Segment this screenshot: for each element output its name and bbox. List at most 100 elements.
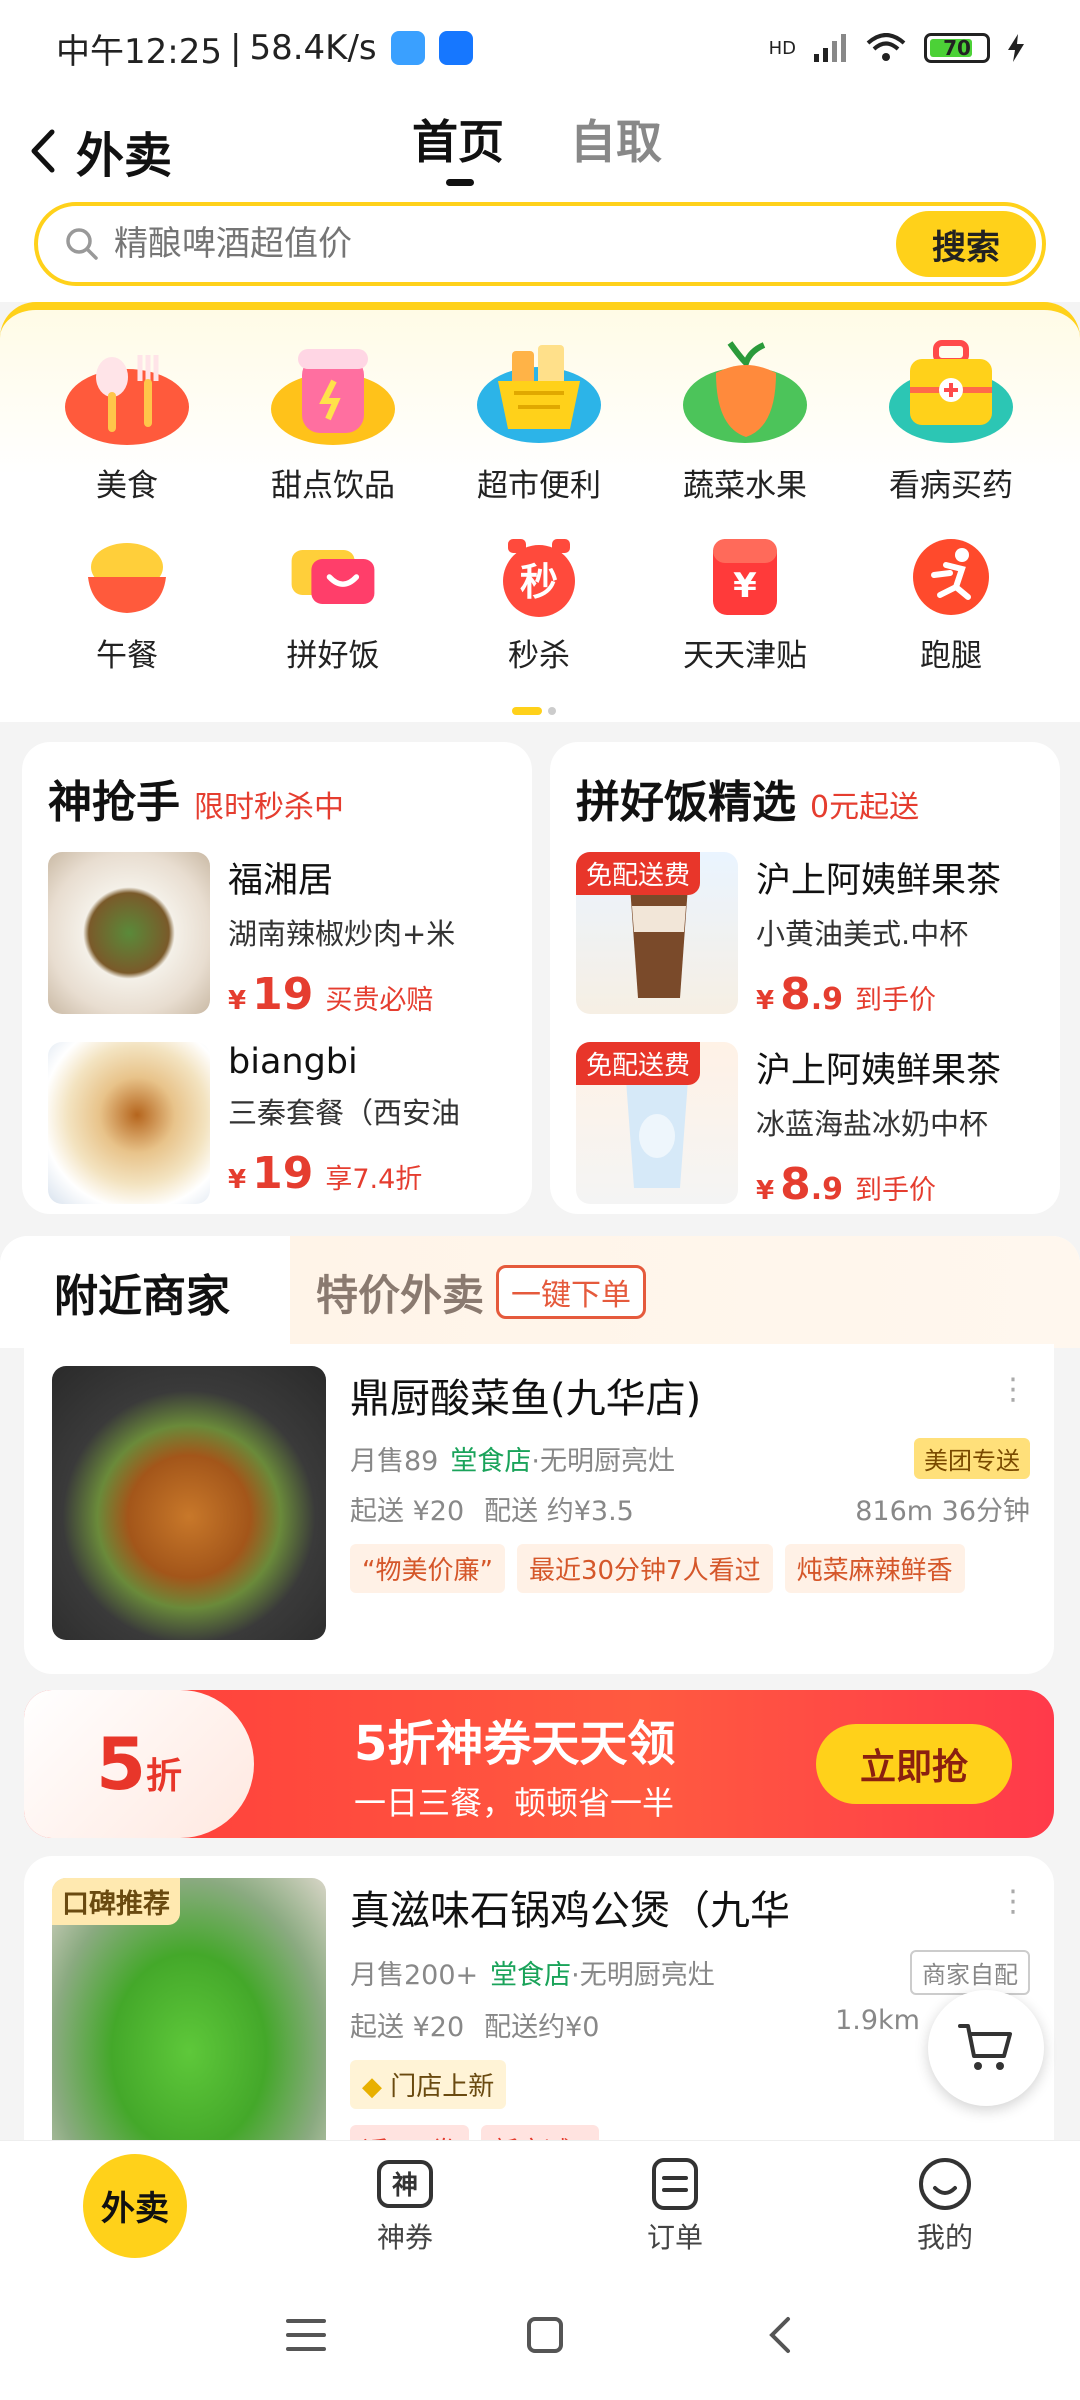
word-of-mouth-ribbon: 口碑推荐 [52, 1878, 180, 1925]
more-options-icon[interactable]: ⋮ [998, 1884, 1028, 1919]
drink-desc: 冰蓝海盐冰奶中杯 [756, 1107, 989, 1141]
status-bar: 中午12:25 | 58.4K/s HD 70 [0, 0, 1080, 96]
category-label: 跑腿 [920, 638, 982, 674]
dish-desc: 三秦套餐（西安油 [228, 1096, 461, 1130]
category-flash-sale[interactable]: 秒 秒杀 [436, 532, 642, 675]
dine-in-label: 堂食店 [490, 1960, 572, 1991]
grab-now-button[interactable]: 立即抢 [816, 1724, 1012, 1804]
free-delivery-badge: 免配送费 [576, 1042, 701, 1085]
profile-smile-icon [919, 2157, 971, 2210]
shop-photo [52, 1366, 326, 1640]
home-square-icon[interactable] [526, 2316, 564, 2354]
search-bar[interactable]: 搜索 [34, 202, 1046, 286]
nav-label: 我的 [916, 2220, 973, 2254]
price-tag: 享7.4折 [325, 1164, 423, 1195]
flash-deal-title: 神抢手 [48, 777, 180, 828]
coffee-cup-icon [630, 886, 688, 998]
signal-icon [814, 34, 846, 62]
tab-special-delivery[interactable]: 特价外卖 一键下单 [270, 1236, 1080, 1348]
kitchen-label: ·无明厨亮灶 [531, 1446, 675, 1477]
price: ¥8.9 到手价 [756, 969, 1034, 1020]
coupon-banner[interactable]: 5 折 5折神券天天领 一日三餐，顿顿省一半 立即抢 [24, 1690, 1054, 1838]
header: 外卖 首页 自取 [0, 96, 1080, 196]
cart-icon [958, 2024, 1012, 2070]
system-back-icon[interactable] [764, 2315, 794, 2355]
more-options-icon[interactable]: ⋮ [998, 1372, 1028, 1407]
shop-card[interactable]: 口碑推荐 真滋味石锅鸡公煲（九华 月售200+ 堂食店 ·无明厨亮灶 商家自配 … [24, 1856, 1054, 2140]
battery-level: 70 [943, 36, 971, 60]
banner-title: 5折神券天天领 [354, 1716, 676, 1772]
category-label: 拼好饭 [286, 638, 380, 674]
tab-label: 特价外卖 [316, 1270, 485, 1320]
food-thumbnail [48, 852, 210, 1014]
category-panel: 美食 甜点饮品 超市便利 蔬菜水果 看病买药 午餐 拼好饭 秒 秒杀 ¥ 天天津… [0, 302, 1080, 722]
category-subsidy[interactable]: ¥ 天天津贴 [642, 532, 848, 675]
category-label: 看病买药 [889, 468, 1013, 504]
flash-sale-icon: 秒 [503, 539, 575, 617]
price-decimal: .9 [810, 1172, 843, 1207]
lunch-bowl-icon [88, 543, 166, 613]
category-group-meal[interactable]: 拼好饭 [230, 532, 436, 675]
nav-label: 神券 [376, 2220, 433, 2254]
category-medicine[interactable]: 看病买药 [848, 332, 1054, 505]
shop-card[interactable]: 鼎厨酸菜鱼(九华店) 月售89 堂食店 ·无明厨亮灶 美团专送 起送 ¥20 配… [24, 1344, 1054, 1674]
price-value: 8 [780, 1159, 811, 1210]
takeout-home-icon: 外卖 [83, 2153, 187, 2258]
back-arrow-icon [31, 129, 55, 173]
group-meal-item[interactable]: 免配送费 沪上阿姨鲜果茶 小黄油美式.中杯 ¥8.9 到手价 [576, 852, 1034, 1020]
category-vegetable-fruit[interactable]: 蔬菜水果 [642, 332, 848, 505]
flash-deal-item[interactable]: 福湘居 湖南辣椒炒肉+米 ¥19 买贵必赔 [48, 852, 506, 1020]
monthly-sales: 月售200+ [350, 1960, 479, 1991]
group-meal-card[interactable]: 拼好饭精选 0元起送 免配送费 沪上阿姨鲜果茶 小黄油美式.中杯 ¥8.9 到手价… [550, 742, 1060, 1214]
bottom-nav: 外卖 神 神券 订单 我的 [0, 2140, 1080, 2270]
system-nav-bar [0, 2270, 1080, 2400]
nav-profile[interactable]: 我的 [810, 2141, 1080, 2270]
category-supermarket[interactable]: 超市便利 [436, 332, 642, 505]
nav-coupons[interactable]: 神 神券 [270, 2141, 540, 2270]
one-click-order-pill[interactable]: 一键下单 [496, 1265, 647, 1319]
currency-symbol: ¥ [228, 1165, 247, 1195]
group-meal-item[interactable]: 免配送费 沪上阿姨鲜果茶 冰蓝海盐冰奶中杯 ¥8.9 到手价 [576, 1042, 1034, 1210]
group-meal-title: 拼好饭精选 [576, 777, 796, 828]
category-errand[interactable]: 跑腿 [848, 532, 1054, 675]
category-lunch[interactable]: 午餐 [24, 532, 230, 675]
category-dessert-drink[interactable]: 甜点饮品 [230, 332, 436, 505]
group-meal-icon [291, 550, 375, 604]
shop-tag: 炖菜麻辣鲜香 [784, 1544, 965, 1593]
tab-pickup[interactable]: 自取 [570, 106, 662, 186]
status-speed: 58.4K/s [249, 28, 377, 68]
category-food[interactable]: 美食 [24, 332, 230, 505]
cloud-app-icon [390, 31, 425, 65]
vegetable-fruit-icon [683, 341, 807, 443]
menu-icon[interactable] [286, 2317, 326, 2353]
delivery-fee: 配送约¥0 [484, 2012, 600, 2043]
tab-nearby-shops[interactable]: 附近商家 [0, 1236, 290, 1348]
price-tag: 到手价 [855, 1175, 936, 1206]
nav-orders[interactable]: 订单 [540, 2141, 810, 2270]
price: ¥8.9 到手价 [756, 1159, 1034, 1210]
price-decimal: .9 [810, 982, 843, 1017]
back-button[interactable]: 外卖 [28, 116, 172, 186]
shop-name: 沪上阿姨鲜果茶 [756, 861, 1002, 901]
nav-takeout[interactable]: 外卖 [0, 2141, 270, 2270]
min-order: 起送 ¥20 [350, 2012, 465, 2043]
supermarket-icon [477, 345, 601, 443]
discount-badge: 5 折 [24, 1690, 254, 1838]
cart-button[interactable] [928, 1990, 1044, 2106]
status-separator: | [229, 28, 242, 68]
shop-name: 真滋味石锅鸡公煲（九华 [350, 1888, 790, 1934]
drink-thumbnail: 免配送费 [576, 852, 738, 1014]
svg-text:¥: ¥ [733, 566, 757, 606]
distance-time: 816m 36分钟 [855, 1496, 1030, 1527]
shop-tag: “物美价廉” [350, 1544, 505, 1593]
flash-deal-item[interactable]: biangbi 三秦套餐（西安油 ¥19 享7.4折 [48, 1042, 506, 1204]
flash-deal-card[interactable]: 神抢手 限时秒杀中 福湘居 湖南辣椒炒肉+米 ¥19 买贵必赔 biangbi 三… [22, 742, 532, 1214]
tab-home[interactable]: 首页 [412, 106, 504, 186]
search-button[interactable]: 搜索 [896, 211, 1036, 277]
flash-deal-subtitle: 限时秒杀中 [194, 790, 344, 825]
page-indicator [512, 707, 556, 715]
coupon-icon: 神 [377, 2159, 433, 2208]
nearby-tabs: 特价外卖 一键下单 附近商家 [0, 1236, 1080, 1348]
drink-desc: 小黄油美式.中杯 [756, 917, 969, 951]
subsidy-icon: ¥ [713, 539, 777, 615]
